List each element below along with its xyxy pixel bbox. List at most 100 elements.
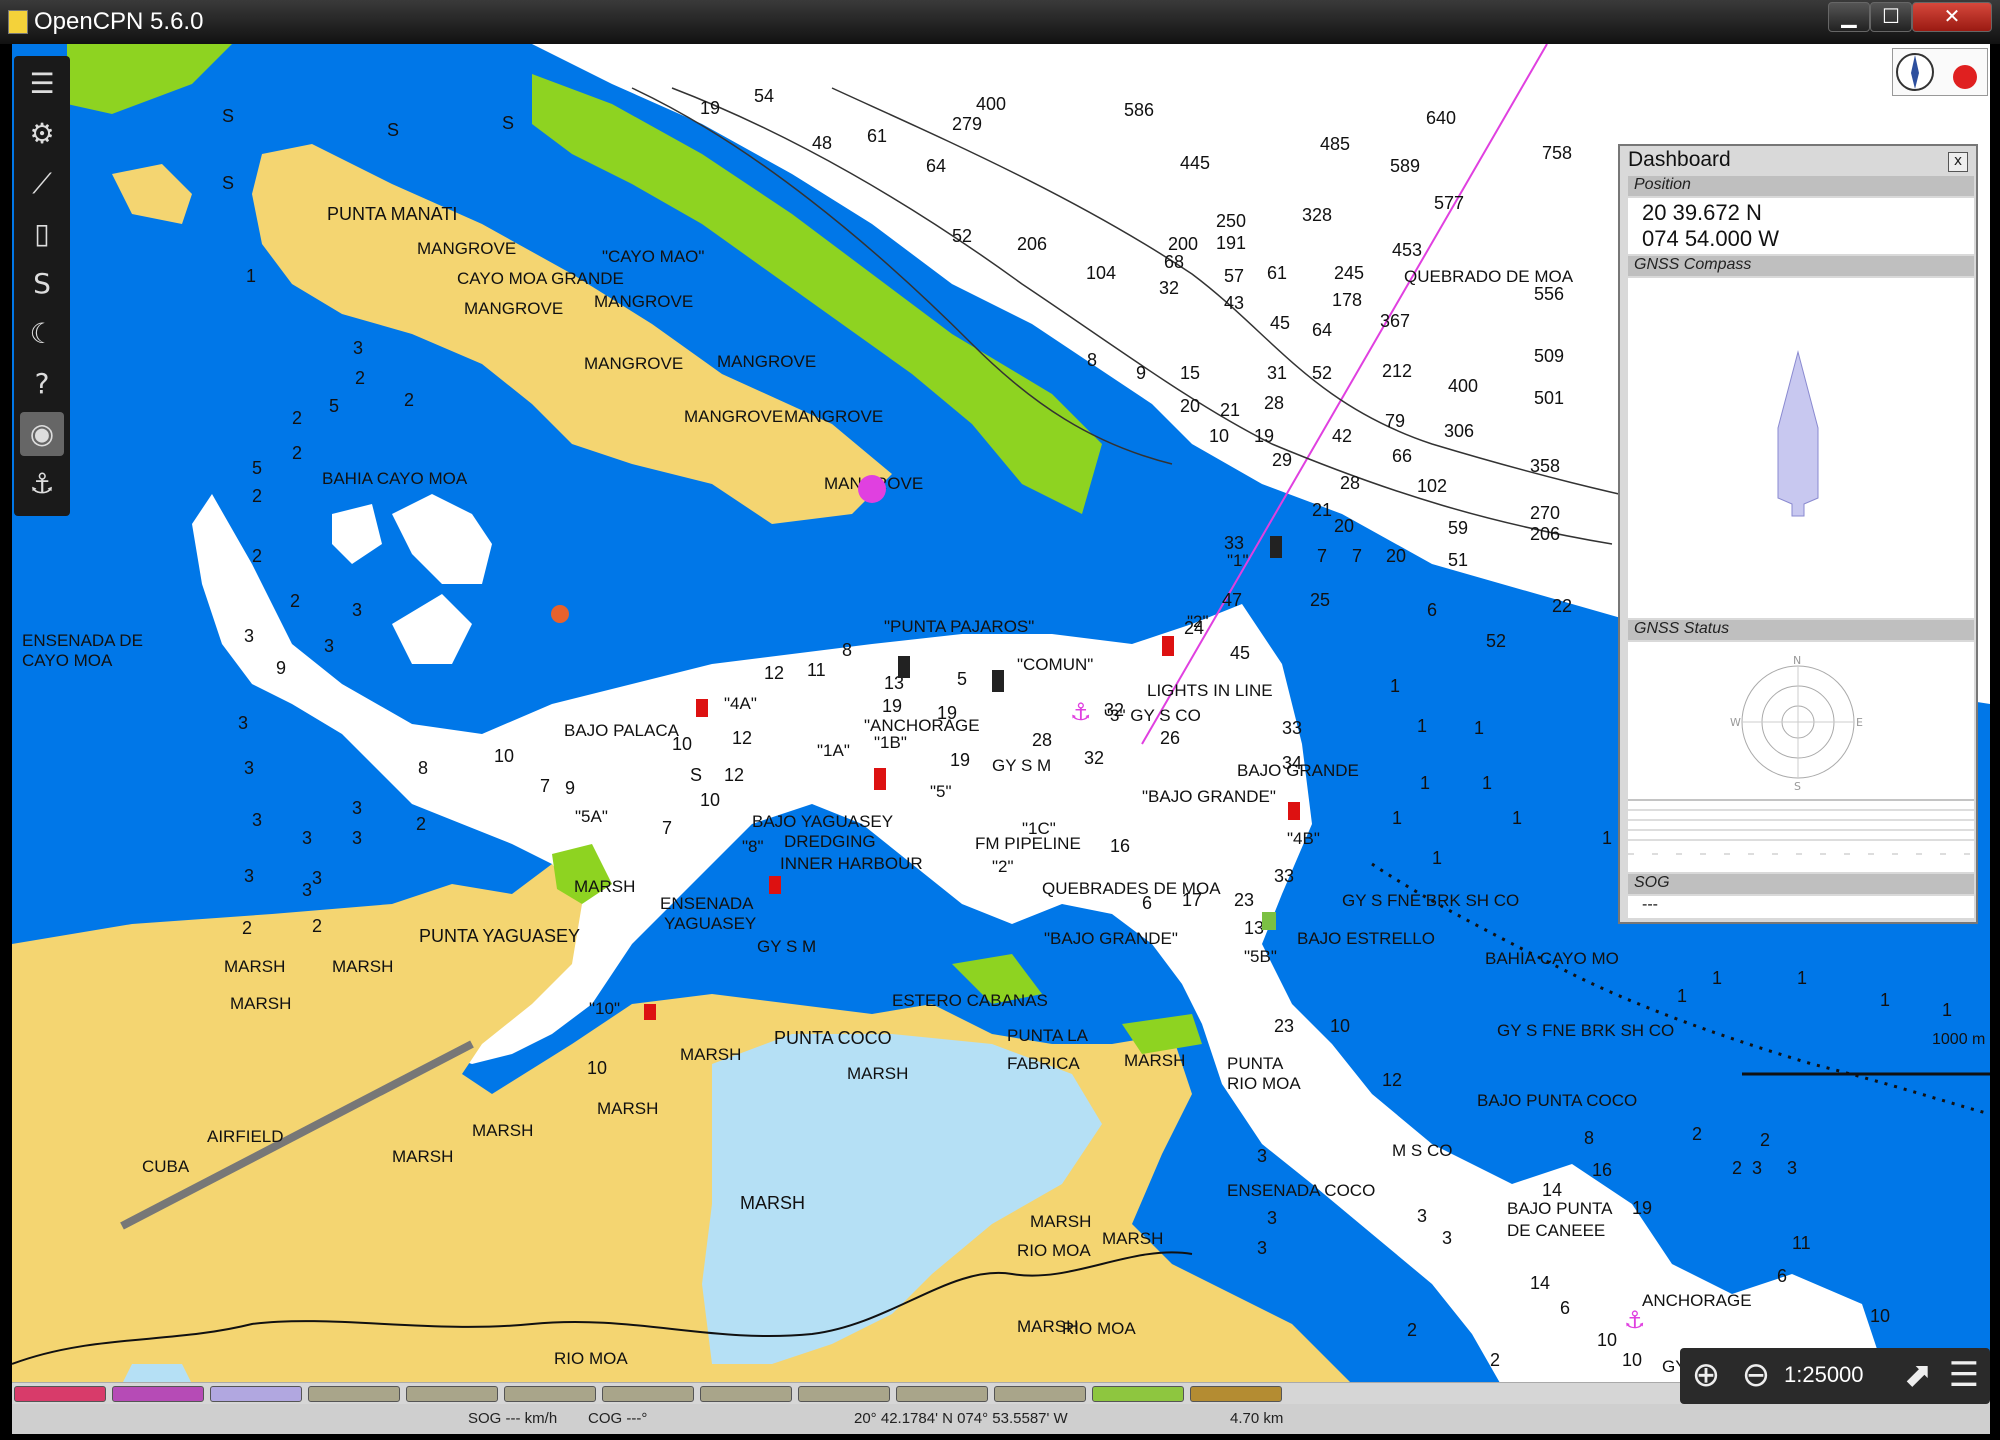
dashboard-panel[interactable]: Dashboard x Position 20 39.672 N 074 54.… (1618, 144, 1978, 924)
maximize-button[interactable]: ☐ (1870, 2, 1912, 32)
green-beacon-icon[interactable] (1262, 912, 1276, 930)
depth-sounding: 10 (700, 790, 720, 810)
compass-north: N (1793, 654, 1801, 667)
minimize-button[interactable]: ▁ (1828, 2, 1870, 32)
depth-sounding: 453 (1392, 240, 1422, 260)
chart-label: BAJO ESTRELLO (1297, 929, 1435, 948)
chart-label: CAYO MOA (22, 651, 113, 670)
tracking-icon[interactable]: S (20, 262, 64, 306)
depth-sounding: 2 (1692, 1124, 1702, 1144)
depth-sounding: 19 (1632, 1198, 1652, 1218)
chart-label: "1B" (874, 733, 907, 752)
sog-status: SOG --- km/h (468, 1410, 558, 1427)
red-beacon-icon[interactable] (696, 699, 708, 717)
black-beacon-icon[interactable] (1270, 536, 1282, 558)
depth-sounding: 2 (290, 591, 300, 611)
chart-label: BAJO PALACA (564, 721, 680, 740)
close-button[interactable]: ✕ (1912, 2, 1992, 32)
depth-sounding: 7 (1317, 546, 1327, 566)
depth-sounding: 3 (312, 868, 322, 888)
depth-sounding: 3 (352, 600, 362, 620)
depth-sounding: 15 (1180, 363, 1200, 383)
chart-bar-segment[interactable] (602, 1386, 694, 1402)
black-beacon-icon[interactable] (898, 656, 910, 678)
route-icon[interactable]: ⟋ (20, 162, 64, 206)
chart-label: RIO MOA (1062, 1319, 1136, 1338)
red-beacon-icon[interactable] (1288, 802, 1300, 820)
depth-sounding: 3 (1442, 1228, 1452, 1248)
depth-sounding: 758 (1542, 143, 1572, 163)
chart-bar-segment[interactable] (896, 1386, 988, 1402)
chart-label: PUNTA COCO (774, 1028, 892, 1048)
chart-label: DE CANEEE (1507, 1221, 1605, 1240)
red-beacon-icon[interactable] (769, 876, 781, 894)
compass-status-widget[interactable] (1892, 48, 1988, 96)
depth-sounding: 28 (1340, 473, 1360, 493)
depth-sounding: 178 (1332, 290, 1362, 310)
dashboard-toggle-icon[interactable]: ◉ (20, 412, 64, 456)
depth-sounding: 28 (1032, 730, 1052, 750)
zoom-in-icon[interactable]: ⊕ (1684, 1354, 1728, 1398)
mooring-buoy-icon[interactable] (858, 475, 886, 503)
depth-sounding: 6 (1142, 893, 1152, 913)
depth-sounding: 19 (950, 750, 970, 770)
depth-sounding: 2 (355, 368, 365, 388)
chart-bar-segment[interactable] (406, 1386, 498, 1402)
ais-icon[interactable]: ⚓ (20, 462, 64, 506)
depth-sounding: 13 (1244, 918, 1264, 938)
depth-sounding: 48 (812, 133, 832, 153)
dashboard-close-button[interactable]: x (1948, 152, 1968, 172)
menu-icon[interactable]: ☰ (20, 62, 64, 106)
depth-sounding: 64 (1312, 320, 1332, 340)
depth-sounding: 66 (1392, 446, 1412, 466)
depth-sounding: 640 (1426, 108, 1456, 128)
depth-sounding: 1 (1880, 990, 1890, 1010)
depth-sounding: 61 (1267, 263, 1287, 283)
chart-bar-segment[interactable] (210, 1386, 302, 1402)
settings-icon[interactable]: ⚙ (20, 112, 64, 156)
chart-label: GY S FNE BRK SH CO (1497, 1021, 1674, 1040)
chart-bar-segment[interactable] (700, 1386, 792, 1402)
zoom-out-icon[interactable]: ⊖ (1734, 1354, 1778, 1398)
depth-sounding: 12 (724, 765, 744, 785)
red-beacon-icon[interactable] (874, 768, 886, 790)
chart-bar-segment[interactable] (1092, 1386, 1184, 1402)
north-up-icon[interactable]: ⬈ (1896, 1354, 1940, 1398)
chart-label: GY S M (757, 937, 816, 956)
depth-sounding: 250 (1216, 211, 1246, 231)
depth-sounding: 17 (1182, 890, 1202, 910)
chart-label: "10" (589, 999, 620, 1018)
menu-icon[interactable]: ☰ (1942, 1354, 1986, 1398)
compass-icon[interactable] (1893, 49, 1987, 95)
chart-label: "4B" (1287, 829, 1320, 848)
chart-label: RIO MOA (1227, 1074, 1301, 1093)
chart-label: ANCHORAGE (1642, 1291, 1752, 1310)
chart-bar-segment[interactable] (112, 1386, 204, 1402)
depth-sounding: 11 (807, 660, 826, 680)
orange-buoy-icon[interactable] (551, 605, 569, 623)
chart-label: "1" (1227, 551, 1249, 570)
chart-bar-segment[interactable] (994, 1386, 1086, 1402)
day-night-icon[interactable]: ☾ (20, 312, 64, 356)
lighthouse-icon[interactable] (992, 670, 1004, 692)
chart-library-icon[interactable]: ▯ (20, 212, 64, 256)
help-icon[interactable]: ? (20, 362, 64, 406)
depth-sounding: 306 (1444, 421, 1474, 441)
position-label: Position (1628, 176, 1974, 196)
red-beacon-icon[interactable] (1162, 636, 1174, 656)
chart-bar-segment[interactable] (14, 1386, 106, 1402)
position-panel: 20 39.672 N 074 54.000 W (1628, 198, 1974, 254)
depth-sounding: 57 (1224, 266, 1244, 286)
depth-sounding: 3 (252, 810, 262, 830)
satellite-skyview-icon: N E S W (1628, 654, 1974, 855)
chart-label: MARSH (224, 957, 285, 976)
depth-sounding: 200 (1168, 234, 1198, 254)
chart-bar-segment[interactable] (798, 1386, 890, 1402)
red-beacon-icon[interactable] (644, 1004, 656, 1020)
chart-bar-segment[interactable] (1190, 1386, 1282, 1402)
depth-sounding: 10 (672, 734, 692, 754)
chart-bar-segment[interactable] (308, 1386, 400, 1402)
chart-label: GY S M (992, 756, 1051, 775)
chart-label: ENSENADA COCO (1227, 1181, 1375, 1200)
chart-bar-segment[interactable] (504, 1386, 596, 1402)
